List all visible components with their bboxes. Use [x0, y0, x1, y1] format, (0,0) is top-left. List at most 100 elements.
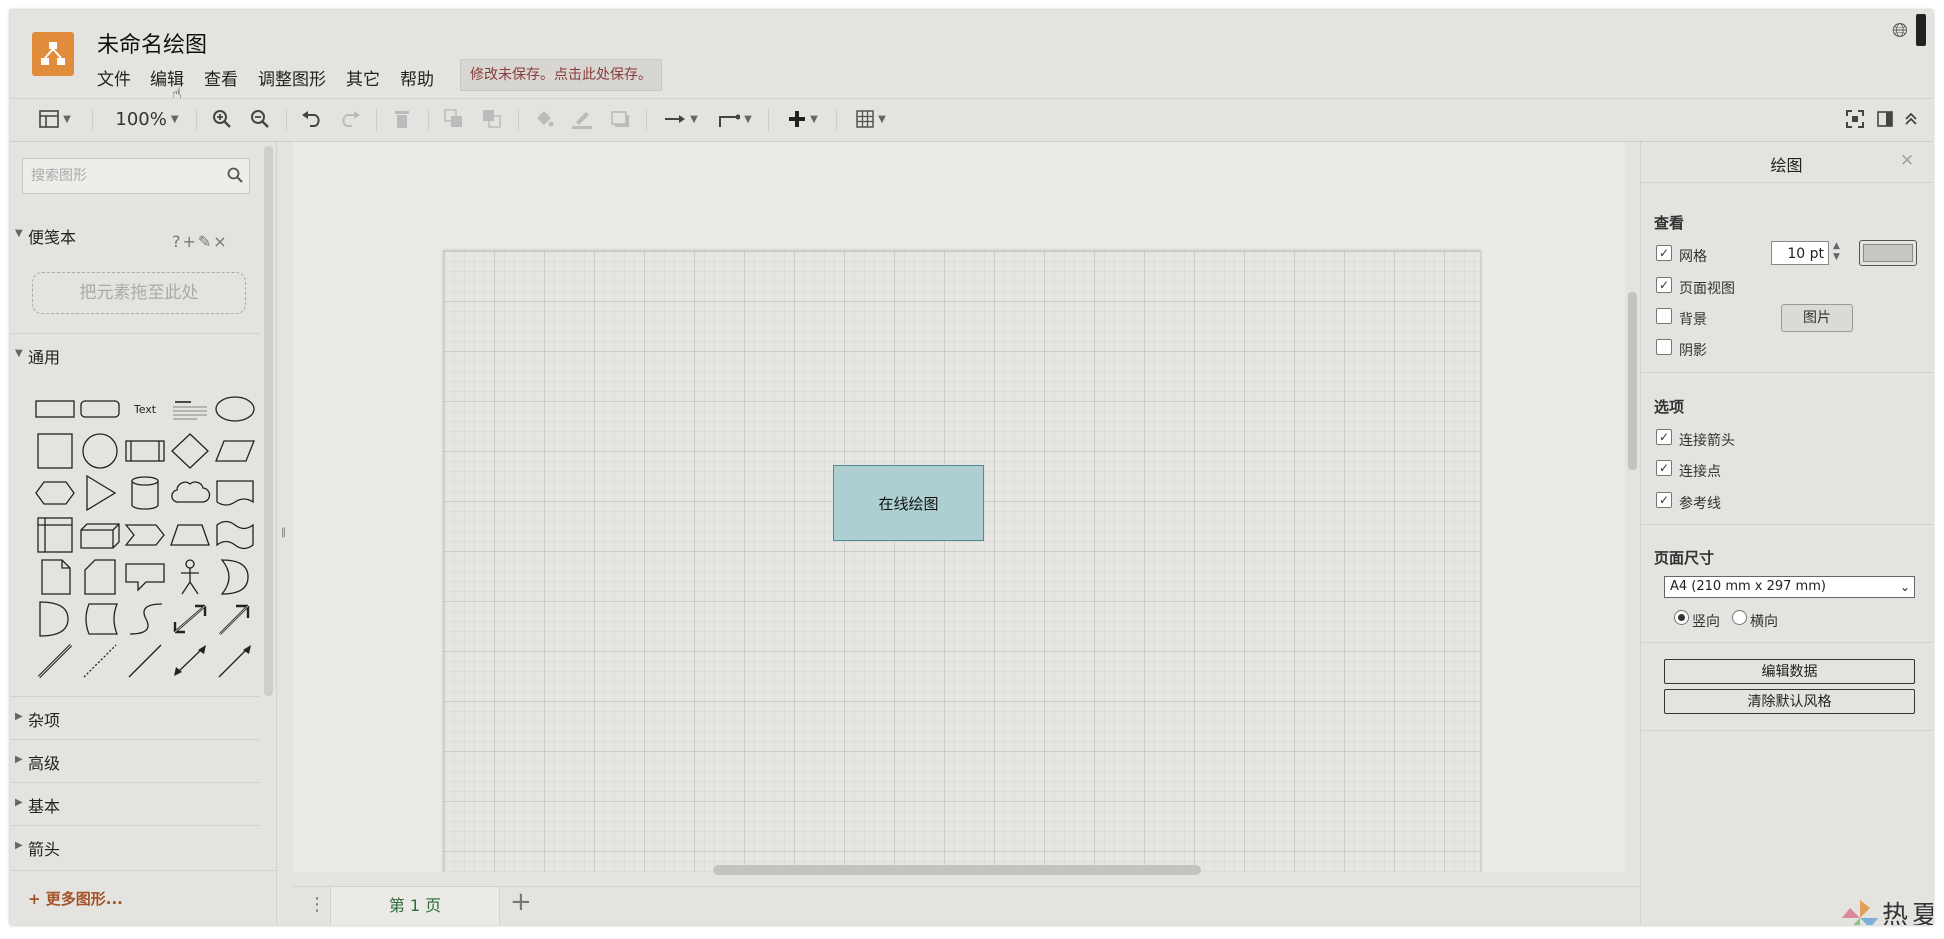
- insert-button[interactable]: ▼: [780, 103, 826, 135]
- shadow-button[interactable]: [606, 103, 634, 135]
- shape-line[interactable]: [124, 642, 166, 680]
- zoom-in-button[interactable]: [208, 103, 236, 135]
- menu-file[interactable]: 文件: [97, 65, 131, 90]
- close-icon[interactable]: ×: [1900, 150, 1914, 170]
- section-general[interactable]: ▼ 通用: [10, 333, 260, 376]
- menu-help[interactable]: 帮助: [400, 65, 434, 90]
- menu-arrange[interactable]: 调整图形: [258, 65, 326, 90]
- grid-size-input[interactable]: 10 pt: [1771, 241, 1829, 265]
- shape-tape[interactable]: [214, 516, 256, 554]
- save-notice[interactable]: 修改未保存。点击此处保存。: [460, 59, 662, 91]
- shape-link[interactable]: [34, 642, 76, 680]
- clear-default-style-button[interactable]: 清除默认风格: [1664, 689, 1915, 714]
- page-view-checkbox[interactable]: ✓: [1656, 277, 1672, 293]
- shape-directional-connector[interactable]: [214, 642, 256, 680]
- connection-arrows-checkbox[interactable]: ✓: [1656, 429, 1672, 445]
- shape-note[interactable]: [34, 558, 76, 596]
- shape-actor[interactable]: [169, 558, 211, 596]
- shape-document[interactable]: [214, 474, 256, 512]
- edit-data-button[interactable]: 编辑数据: [1664, 659, 1915, 684]
- scratchpad-drop-zone[interactable]: 把元素拖至此处: [32, 272, 246, 314]
- document-title[interactable]: 未命名绘图: [97, 27, 207, 59]
- shape-bidirectional-arrow[interactable]: [169, 600, 211, 638]
- zoom-dropdown[interactable]: 100% ▼: [106, 103, 188, 135]
- horizontal-scrollbar-thumb[interactable]: [713, 865, 1201, 875]
- shape-cloud[interactable]: [169, 474, 211, 512]
- collapse-toolbar-button[interactable]: [1900, 103, 1922, 135]
- shape-parallelogram[interactable]: [214, 432, 256, 470]
- connection-style-button[interactable]: ▼: [658, 103, 704, 135]
- redo-button[interactable]: [336, 103, 364, 135]
- shape-cube[interactable]: [79, 516, 121, 554]
- waypoints-button[interactable]: ▼: [712, 103, 758, 135]
- page-size-select[interactable]: A4 (210 mm x 297 mm) ⌄: [1664, 576, 1915, 598]
- shape-card[interactable]: [79, 558, 121, 596]
- shape-cylinder[interactable]: [124, 474, 166, 512]
- to-front-button[interactable]: [440, 103, 468, 135]
- zoom-out-button[interactable]: [246, 103, 274, 135]
- search-icon[interactable]: [227, 167, 243, 183]
- shadow-checkbox[interactable]: [1656, 339, 1672, 355]
- more-shapes-link[interactable]: + 更多图形...: [28, 888, 123, 909]
- shape-delay[interactable]: [34, 600, 76, 638]
- grid-checkbox[interactable]: ✓: [1656, 245, 1672, 261]
- shape-step[interactable]: [124, 516, 166, 554]
- shape-or[interactable]: [214, 558, 256, 596]
- vertical-scrollbar-track[interactable]: [1625, 142, 1640, 872]
- diagram-node[interactable]: 在线绘图: [833, 465, 984, 541]
- grid-color-button[interactable]: [1859, 240, 1917, 266]
- sidebar-resize-handle[interactable]: ‖: [276, 142, 294, 925]
- shape-square[interactable]: [34, 432, 76, 470]
- section-misc[interactable]: ▶ 杂项: [10, 696, 260, 739]
- diagram-canvas[interactable]: 在线绘图: [293, 142, 1625, 872]
- vertical-scrollbar-thumb[interactable]: [1628, 292, 1637, 470]
- background-checkbox[interactable]: [1656, 308, 1672, 324]
- connection-points-checkbox[interactable]: ✓: [1656, 460, 1672, 476]
- shape-rounded-rectangle[interactable]: [79, 390, 121, 428]
- diagram-page[interactable]: 在线绘图: [443, 250, 1481, 872]
- shape-text[interactable]: Text: [124, 390, 166, 428]
- grid-size-stepper[interactable]: ▲ ▼: [1833, 241, 1840, 263]
- shape-hexagon[interactable]: [34, 474, 76, 512]
- shape-process[interactable]: [124, 432, 166, 470]
- shape-data-storage[interactable]: [79, 600, 121, 638]
- section-arrows[interactable]: ▶ 箭头: [10, 825, 260, 868]
- shape-dashed-line[interactable]: [79, 642, 121, 680]
- menu-view[interactable]: 查看: [204, 65, 238, 90]
- to-back-button[interactable]: [478, 103, 506, 135]
- section-basic[interactable]: ▶ 基本: [10, 782, 260, 825]
- language-globe-icon[interactable]: 🌐︎: [1892, 18, 1908, 42]
- table-button[interactable]: ▼: [848, 103, 894, 135]
- line-color-button[interactable]: [568, 103, 596, 135]
- shape-curve[interactable]: [124, 600, 166, 638]
- portrait-radio[interactable]: [1674, 610, 1689, 625]
- layout-button[interactable]: ▼: [32, 103, 78, 135]
- menu-extras[interactable]: 其它: [346, 65, 380, 90]
- search-input[interactable]: [29, 159, 223, 193]
- shape-textbox[interactable]: [169, 390, 211, 428]
- shape-trapezoid[interactable]: [169, 516, 211, 554]
- shape-ellipse[interactable]: [214, 390, 256, 428]
- shape-circle[interactable]: [79, 432, 121, 470]
- undo-button[interactable]: [298, 103, 326, 135]
- delete-button[interactable]: [388, 103, 416, 135]
- guides-checkbox[interactable]: ✓: [1656, 492, 1672, 508]
- page-menu-icon[interactable]: ⋮: [308, 894, 326, 915]
- background-image-button[interactable]: 图片: [1781, 304, 1853, 332]
- shape-rectangle[interactable]: [34, 390, 76, 428]
- fullscreen-button[interactable]: [1842, 103, 1868, 135]
- scratchpad-tools[interactable]: ?+✎×: [172, 232, 229, 251]
- landscape-radio[interactable]: [1732, 610, 1747, 625]
- shape-arrow[interactable]: [214, 600, 256, 638]
- format-panel-button[interactable]: [1874, 103, 1896, 135]
- shape-internal-storage[interactable]: [34, 516, 76, 554]
- shape-bidirectional-connector[interactable]: [169, 642, 211, 680]
- shape-callout[interactable]: [124, 558, 166, 596]
- shape-triangle[interactable]: [79, 474, 121, 512]
- fill-color-button[interactable]: [530, 103, 558, 135]
- shape-diamond[interactable]: [169, 432, 211, 470]
- section-advanced[interactable]: ▶ 高级: [10, 739, 260, 782]
- add-page-button[interactable]: +: [510, 887, 532, 917]
- page-tab-current[interactable]: 第 1 页: [330, 887, 500, 925]
- sidebar-scrollbar[interactable]: [264, 146, 273, 696]
